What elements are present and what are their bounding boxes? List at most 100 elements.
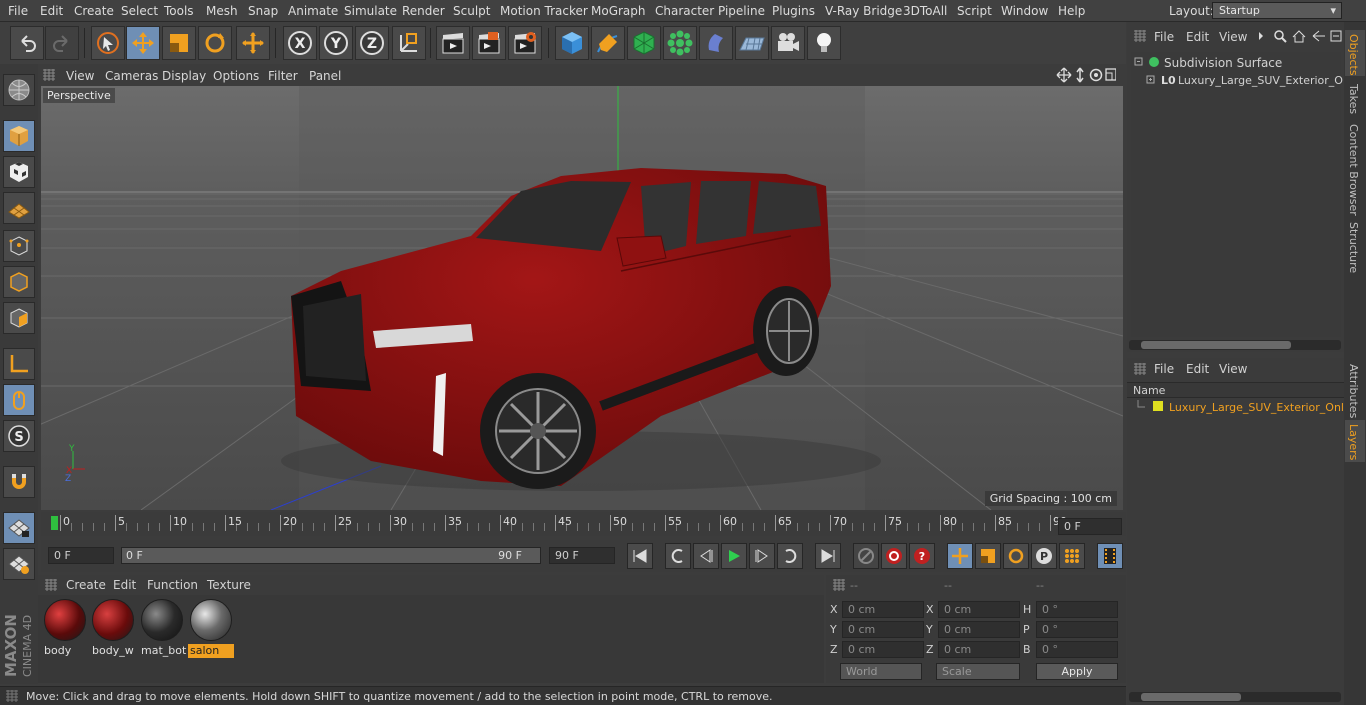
lock-y-axis-button[interactable]: Y <box>319 26 353 60</box>
menu-mograph[interactable]: MoGraph <box>591 4 646 18</box>
menu-window[interactable]: Window <box>1001 4 1048 18</box>
coord-system-dropdown[interactable]: World <box>840 663 922 680</box>
menu-mesh[interactable]: Mesh <box>206 4 238 18</box>
object-scrollbar[interactable] <box>1129 340 1341 350</box>
scroll-thumb[interactable] <box>1141 693 1241 701</box>
pen-spline-button[interactable] <box>591 26 625 60</box>
texture-mode-button[interactable] <box>3 156 35 188</box>
menu-character[interactable]: Character <box>655 4 714 18</box>
menu-script[interactable]: Script <box>957 4 992 18</box>
menu-pipeline[interactable]: Pipeline <box>718 4 765 18</box>
coord-value-field[interactable]: 0 cm <box>938 641 1020 658</box>
snap-button[interactable] <box>3 466 35 498</box>
tweak-mode-button[interactable] <box>3 384 35 416</box>
record-disabled-button[interactable] <box>853 543 879 569</box>
cloner-button[interactable] <box>663 26 697 60</box>
menu-sculpt[interactable]: Sculpt <box>453 4 490 18</box>
undo-button[interactable] <box>10 26 44 60</box>
object-menu-file[interactable]: File <box>1154 30 1174 44</box>
panel-grip-icon[interactable] <box>832 578 846 592</box>
menu-create[interactable]: Create <box>74 4 114 18</box>
current-frame-field[interactable]: 0 F <box>1058 518 1122 535</box>
panel-grip-icon[interactable] <box>42 68 56 82</box>
move-tool-button[interactable] <box>126 26 160 60</box>
key-rotation-button[interactable] <box>1003 543 1029 569</box>
coord-value-field[interactable]: 0 ° <box>1036 601 1118 618</box>
layout-dropdown[interactable]: Startup <box>1212 2 1342 19</box>
render-region-button[interactable] <box>472 26 506 60</box>
menu-3dtoall[interactable]: 3DToAll <box>903 4 947 18</box>
layer-menu-edit[interactable]: Edit <box>1186 362 1209 376</box>
viewport-menu-options[interactable]: Options <box>213 69 259 83</box>
viewport-menu-cameras[interactable]: Cameras <box>105 69 158 83</box>
layer-menu-file[interactable]: File <box>1154 362 1174 376</box>
material-body-w[interactable]: body_w <box>90 599 136 657</box>
model-mode-button[interactable] <box>3 120 35 152</box>
material-menu-texture[interactable]: Texture <box>207 578 251 592</box>
viewport-menu-filter[interactable]: Filter <box>268 69 298 83</box>
solo-button[interactable]: S <box>3 420 35 452</box>
recent-tool-button[interactable] <box>236 26 270 60</box>
render-view-button[interactable] <box>436 26 470 60</box>
object-nav-icons[interactable] <box>1257 29 1343 43</box>
menu-render[interactable]: Render <box>402 4 445 18</box>
prev-key-button[interactable] <box>665 543 691 569</box>
start-frame-field[interactable]: 0 F <box>48 547 114 564</box>
polygons-mode-button[interactable] <box>3 302 35 334</box>
material-mat-bot[interactable]: mat_bot <box>139 599 186 657</box>
object-menu-edit[interactable]: Edit <box>1186 30 1209 44</box>
tab-objects[interactable]: Objects <box>1347 34 1360 76</box>
deformer-button[interactable] <box>699 26 733 60</box>
live-selection-button[interactable] <box>91 26 125 60</box>
menu-vray-bridge[interactable]: V-Ray Bridge <box>825 4 902 18</box>
viewport-menu-panel[interactable]: Panel <box>309 69 341 83</box>
workplane-mode-button[interactable] <box>3 192 35 224</box>
material-menu-function[interactable]: Function <box>147 578 198 592</box>
material-menu-create[interactable]: Create <box>66 578 106 592</box>
autokey-button[interactable]: ? <box>909 543 935 569</box>
tree-item-suv[interactable]: L0 Luxury_Large_SUV_Exterior_Only <box>1145 72 1360 90</box>
coordinate-system-button[interactable] <box>392 26 426 60</box>
menu-edit[interactable]: Edit <box>40 4 63 18</box>
points-mode-button[interactable] <box>3 230 35 262</box>
light-button[interactable] <box>807 26 841 60</box>
layer-menu-view[interactable]: View <box>1219 362 1247 376</box>
size-mode-dropdown[interactable]: Scale <box>936 663 1020 680</box>
lock-z-axis-button[interactable]: Z <box>355 26 389 60</box>
subdivision-surface-button[interactable] <box>627 26 661 60</box>
coord-value-field[interactable]: 0 cm <box>842 601 924 618</box>
key-pla-button[interactable] <box>1059 543 1085 569</box>
menu-file[interactable]: File <box>8 4 28 18</box>
enable-axis-button[interactable] <box>3 512 35 544</box>
panel-grip-icon[interactable] <box>1133 362 1147 376</box>
next-key-button[interactable] <box>777 543 803 569</box>
record-keys-button[interactable] <box>881 543 907 569</box>
workplane-lock-button[interactable] <box>3 548 35 580</box>
tab-takes[interactable]: Takes <box>1347 84 1360 114</box>
object-menu-view[interactable]: View <box>1219 30 1247 44</box>
menu-select[interactable]: Select <box>121 4 158 18</box>
prev-frame-button[interactable] <box>693 543 719 569</box>
coord-value-field[interactable]: 0 ° <box>1036 641 1118 658</box>
viewport-menu-display[interactable]: Display <box>162 69 206 83</box>
tab-layers[interactable]: Layers <box>1347 424 1360 460</box>
material-body[interactable]: body <box>42 599 88 657</box>
tab-structure[interactable]: Structure <box>1347 222 1360 273</box>
key-parameter-button[interactable]: P <box>1031 543 1057 569</box>
tab-content-browser[interactable]: Content Browser <box>1347 124 1360 216</box>
play-button[interactable] <box>721 543 747 569</box>
next-frame-button[interactable] <box>749 543 775 569</box>
layer-row[interactable]: Luxury_Large_SUV_Exterior_Only <box>1133 400 1351 416</box>
tree-item-subdivision-surface[interactable]: Subdivision Surface <box>1133 54 1343 72</box>
key-scale-button[interactable] <box>975 543 1001 569</box>
apply-button[interactable]: Apply <box>1036 663 1118 680</box>
viewport-nav-icons[interactable] <box>1056 67 1116 83</box>
end-frame-field[interactable]: 90 F <box>549 547 615 564</box>
lock-x-axis-button[interactable]: X <box>283 26 317 60</box>
edges-mode-button[interactable] <box>3 266 35 298</box>
menu-motion-tracker[interactable]: Motion Tracker <box>500 4 588 18</box>
playhead-marker[interactable] <box>51 516 58 530</box>
goto-start-button[interactable] <box>627 543 653 569</box>
material-menu-edit[interactable]: Edit <box>113 578 136 592</box>
redo-button[interactable] <box>45 26 79 60</box>
